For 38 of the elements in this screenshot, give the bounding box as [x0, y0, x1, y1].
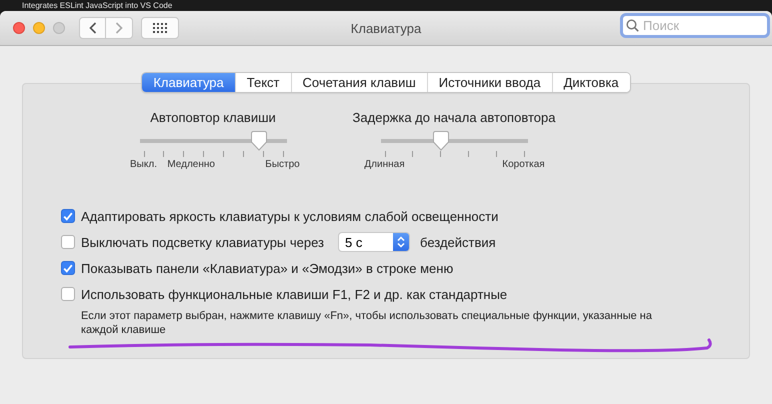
window-title: Клавиатура: [350, 20, 422, 36]
checkbox[interactable]: [61, 287, 75, 301]
search-field[interactable]: Поиск: [620, 13, 770, 38]
chevron-right-icon: [115, 22, 123, 34]
zoom-button[interactable]: [53, 22, 65, 34]
slider-label: Быстро: [265, 159, 300, 170]
slider-title: Задержка до начала автоповтора: [352, 110, 556, 125]
minimize-button[interactable]: [33, 22, 45, 34]
checkbox[interactable]: [61, 261, 75, 275]
slider-label: Короткая: [502, 159, 545, 170]
grid-icon: [153, 23, 167, 33]
background-window-title: Integrates ESLint JavaScript into VS Code: [22, 1, 172, 10]
close-button[interactable]: [13, 22, 25, 34]
checkbox[interactable]: [61, 235, 75, 249]
slider-thumb[interactable]: [250, 131, 268, 151]
slider-thumb[interactable]: [432, 131, 450, 151]
slider-label: Медленно: [167, 159, 215, 170]
search-icon: [626, 19, 639, 32]
checkbox-label: Адаптировать яркость клавиатуры к условиям слабой освещенности: [81, 208, 498, 224]
hint-text: Если этот параметр выбран, нажмите клавишу «Fn», чтобы использовать специальные функции, указанные на каждой клавише: [81, 309, 653, 337]
show-all-button[interactable]: [141, 17, 179, 39]
popup-button[interactable]: 5 с: [338, 232, 410, 252]
chevron-left-icon: [88, 22, 96, 34]
tab[interactable]: Текст: [234, 73, 290, 92]
tab[interactable]: Источники ввода: [426, 73, 552, 92]
checkbox[interactable]: [61, 209, 75, 223]
tab[interactable]: Сочетания клавиш: [290, 73, 427, 92]
suffix-label: бездействия: [420, 234, 496, 250]
tab[interactable]: Клавиатура: [142, 73, 235, 92]
checkbox-label: Выключать подсветку клавиатуры через: [81, 234, 324, 250]
checkbox-label: Показывать панели «Клавиатура» и «Эмодзи» в строке меню: [81, 260, 454, 276]
slider-title: Автоповтор клавиши: [150, 110, 276, 125]
stepper-arrows-icon: [397, 236, 406, 248]
checkbox-label: Использовать функциональные клавиши F1, F2 и др. как стандартные: [81, 286, 508, 302]
slider-label: Выкл.: [130, 159, 157, 170]
tab[interactable]: Диктовка: [552, 73, 630, 92]
slider-label: Длинная: [364, 159, 405, 170]
back-button[interactable]: [79, 17, 106, 39]
